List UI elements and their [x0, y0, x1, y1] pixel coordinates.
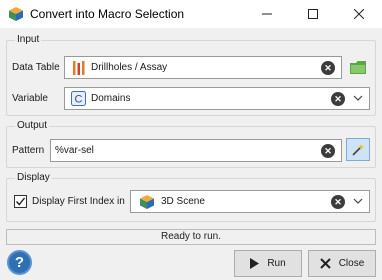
variable-value: Domains: [91, 93, 131, 104]
status-text: Ready to run.: [160, 231, 222, 242]
open-folder-button[interactable]: [346, 56, 370, 79]
variable-label: Variable: [12, 93, 48, 104]
drillholes-icon: [73, 61, 85, 75]
chevron-down-icon[interactable]: [351, 92, 365, 106]
run-button[interactable]: Run: [234, 250, 302, 277]
input-group-title: Input: [15, 34, 42, 45]
maximize-icon: [308, 9, 318, 19]
data-table-label: Data Table: [12, 62, 60, 73]
app-cube-icon: [9, 7, 23, 21]
close-x-icon: [319, 258, 331, 269]
play-icon: [250, 258, 260, 269]
minimize-icon: [262, 13, 272, 15]
close-label: Close: [338, 258, 365, 269]
scene-select[interactable]: 3D Scene ✕: [130, 190, 370, 213]
output-group-title: Output: [15, 120, 50, 131]
pattern-value: %var-sel: [55, 145, 94, 156]
close-button[interactable]: Close: [308, 250, 376, 277]
help-icon: ?: [14, 254, 25, 271]
clear-variable-button[interactable]: ✕: [331, 92, 345, 106]
maximize-button[interactable]: [290, 0, 336, 28]
data-table-value: Drillholes / Assay: [91, 62, 168, 73]
data-table-field[interactable]: Drillholes / Assay ✕: [64, 56, 342, 79]
run-label: Run: [267, 258, 286, 269]
pattern-input[interactable]: %var-sel ✕: [50, 139, 342, 162]
window-title: Convert into Macro Selection: [30, 7, 185, 21]
display-first-index-label: Display First Index in: [32, 196, 125, 207]
chevron-down-icon[interactable]: [351, 195, 365, 209]
folder-icon: [350, 61, 366, 74]
magic-wand-icon: [352, 143, 365, 156]
pattern-label: Pattern: [12, 145, 45, 156]
variable-select[interactable]: C Domains ✕: [64, 87, 370, 110]
status-bar: Ready to run.: [6, 229, 376, 245]
display-first-index-checkbox[interactable]: [14, 195, 27, 208]
minimize-button[interactable]: [244, 0, 290, 28]
clear-data-table-button[interactable]: ✕: [321, 61, 335, 75]
scene-value: 3D Scene: [161, 196, 205, 207]
clear-pattern-button[interactable]: ✕: [321, 144, 335, 158]
categorical-variable-icon: C: [71, 91, 86, 106]
close-icon: [354, 9, 364, 19]
pattern-wizard-button[interactable]: [346, 138, 370, 161]
display-group-title: Display: [15, 172, 52, 183]
help-button[interactable]: ?: [7, 250, 32, 275]
title-bar: Convert into Macro Selection: [0, 0, 382, 28]
svg-text:C: C: [75, 94, 83, 106]
close-window-button[interactable]: [336, 0, 382, 28]
clear-scene-button[interactable]: ✕: [331, 195, 345, 209]
checkmark-icon: [15, 197, 26, 206]
3d-scene-icon: [140, 195, 154, 209]
